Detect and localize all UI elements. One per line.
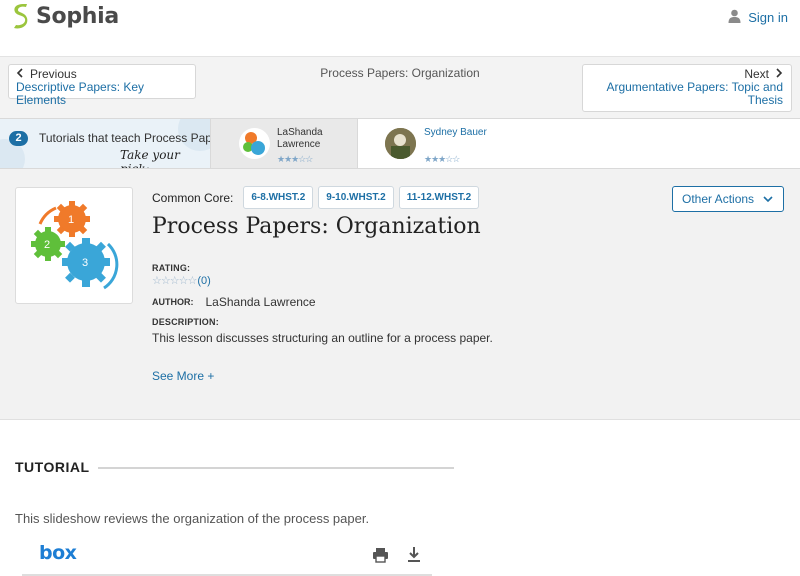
author-name-line1: Sydney Bauer	[424, 127, 487, 138]
author-label: AUTHOR:	[152, 297, 194, 307]
next-lesson-button[interactable]: Next Argumentative Papers: Topic and The…	[582, 64, 792, 112]
tutorial-author-name[interactable]: Sydney Bauer	[424, 127, 487, 139]
rating-count: (0)	[197, 274, 211, 287]
previous-lesson-link[interactable]: Descriptive Papers: Key Elements	[16, 81, 188, 107]
sign-in-link[interactable]: Sign in	[728, 9, 788, 26]
common-core-label: Common Core:	[152, 190, 234, 205]
author-name-line2: Lawrence	[277, 139, 321, 150]
tutorial-count-badge: 2	[9, 131, 28, 146]
next-label: Next	[744, 67, 769, 81]
author-row: AUTHOR: LaShanda Lawrence	[152, 295, 316, 309]
tutorials-promo: 2 Tutorials that teach Process Pap Take …	[0, 119, 210, 168]
download-icon[interactable]	[407, 546, 421, 566]
site-header: Sophia Sign in	[0, 0, 800, 57]
next-lesson-link[interactable]: Argumentative Papers: Topic and Thesis	[591, 81, 783, 107]
other-actions-button[interactable]: Other Actions	[672, 186, 784, 212]
lesson-description: This lesson discusses structuring an out…	[152, 331, 493, 345]
see-more-link[interactable]: See More +	[152, 369, 214, 383]
tutorials-promo-text: Tutorials that teach Process Pap	[39, 131, 210, 145]
next-label-row: Next	[591, 67, 783, 81]
box-logo[interactable]: box	[39, 542, 77, 564]
lesson-details-panel: 1 2 3 Common Core: 6-8.WHST.2 9-10.WHST.…	[0, 169, 800, 420]
gears-icon	[243, 132, 265, 155]
standard-tag[interactable]: 11-12.WHST.2	[398, 186, 480, 209]
gear-number-1: 1	[68, 214, 74, 226]
user-icon	[728, 9, 748, 26]
other-actions-label: Other Actions	[682, 192, 755, 206]
rating-stars-icon: ☆☆☆☆☆	[152, 275, 197, 287]
tutorial-card-sydney[interactable]: Sydney Bauer ★★★☆☆	[358, 119, 538, 168]
tutorials-strip: 2 Tutorials that teach Process Pap Take …	[0, 118, 800, 169]
previous-lesson-button[interactable]: Previous Descriptive Papers: Key Element…	[8, 64, 196, 107]
chevron-left-icon	[16, 67, 30, 81]
lesson-thumbnail: 1 2 3	[15, 187, 133, 304]
sophia-logo[interactable]: Sophia	[10, 3, 119, 29]
author-avatar	[239, 128, 270, 159]
take-your-pick-text: Take your pick:	[120, 148, 180, 168]
standard-tag[interactable]: 6-8.WHST.2	[243, 186, 314, 209]
author-photo	[385, 128, 416, 159]
chevron-right-icon	[769, 67, 783, 81]
lesson-rating[interactable]: ☆☆☆☆☆ (0)	[152, 274, 211, 288]
tutorial-rating-stars: ★★★☆☆	[277, 154, 313, 164]
tutorial-rating-stars: ★★★☆☆	[424, 154, 460, 164]
gear-number-3: 3	[82, 257, 88, 269]
author-name: LaShanda Lawrence	[205, 295, 316, 309]
previous-label-row: Previous	[16, 67, 188, 81]
tutorial-card-lashanda[interactable]: LaShanda Lawrence ★★★☆☆	[210, 119, 358, 168]
heading-divider	[98, 467, 454, 469]
print-icon[interactable]	[372, 547, 389, 566]
standard-tag[interactable]: 9-10.WHST.2	[318, 186, 394, 209]
description-label: DESCRIPTION:	[152, 317, 219, 327]
chevron-down-icon	[754, 192, 773, 206]
next-link-line2: Thesis	[747, 93, 783, 107]
rating-label: RATING:	[152, 263, 191, 273]
sign-in-label: Sign in	[748, 10, 788, 25]
gear-number-2: 2	[44, 239, 50, 251]
sophia-logo-icon	[10, 3, 32, 29]
tutorial-heading: TUTORIAL	[15, 459, 90, 475]
previous-label: Previous	[30, 67, 77, 81]
author-avatar	[385, 128, 416, 159]
slideshow-viewer-toolbar: box	[22, 538, 432, 576]
tutorial-intro-text: This slideshow reviews the organization …	[15, 511, 370, 526]
current-lesson-title: Process Papers: Organization	[320, 66, 480, 80]
logo-text: Sophia	[36, 3, 119, 29]
lesson-title: Process Papers: Organization	[152, 214, 481, 239]
author-name-line1: LaShanda	[277, 127, 323, 138]
gears-illustration: 1 2 3	[31, 201, 119, 290]
lesson-navigation: Previous Descriptive Papers: Key Element…	[0, 57, 800, 118]
common-core-row: Common Core: 6-8.WHST.2 9-10.WHST.2 11-1…	[152, 186, 484, 209]
tutorial-author-name: LaShanda Lawrence	[277, 127, 323, 151]
